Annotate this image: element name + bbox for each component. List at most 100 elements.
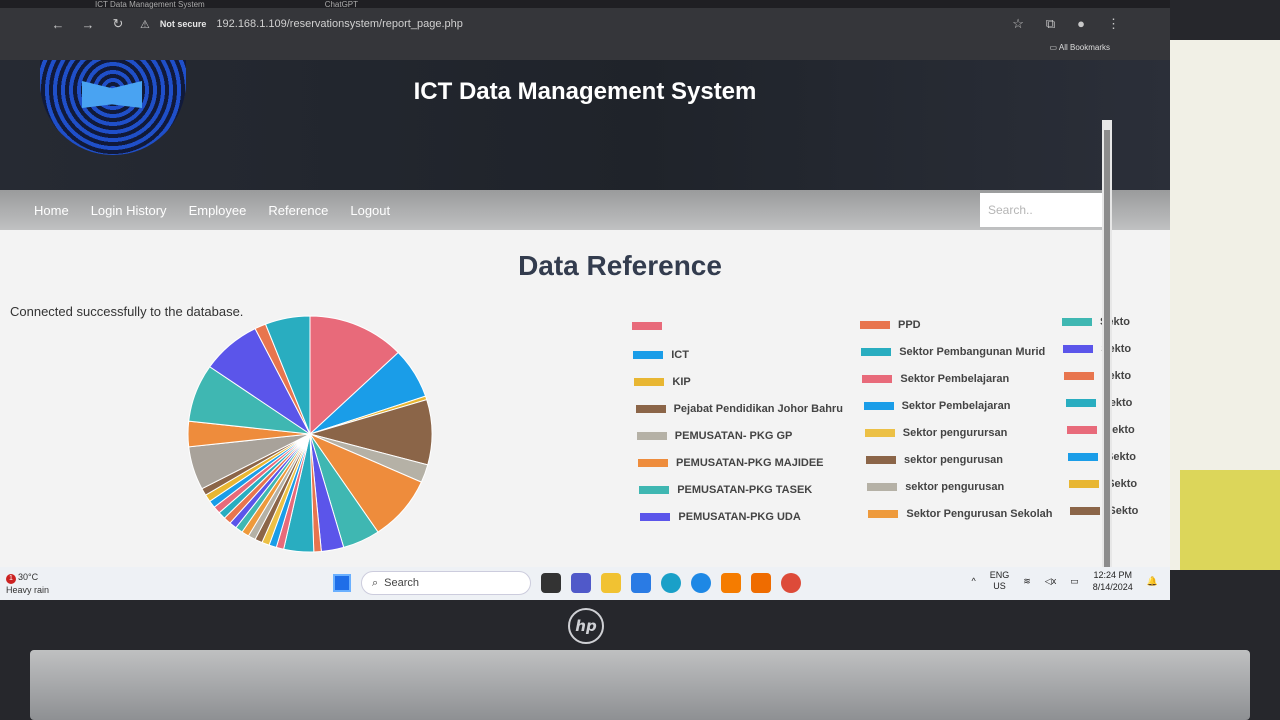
legend-item[interactable]: ICT xyxy=(633,349,689,361)
sublime-icon[interactable] xyxy=(751,573,771,593)
legend-item[interactable]: PPD xyxy=(860,319,921,331)
legend-swatch xyxy=(867,483,898,491)
browser-tab[interactable]: ChatGPT xyxy=(325,0,358,9)
legend-label: Sektor Pengurusan Sekolah xyxy=(906,508,1053,520)
task-view-icon[interactable] xyxy=(541,573,561,593)
extensions-icon[interactable]: ⧉ xyxy=(1046,16,1055,32)
legend-item[interactable] xyxy=(632,322,670,330)
taskbar-search[interactable]: ⌕ Search xyxy=(361,571,531,595)
legend-item[interactable]: Sekto xyxy=(1066,424,1135,436)
legend-item[interactable]: PEMUSATAN-PKG MAJIDEE xyxy=(638,457,824,469)
legend-item[interactable]: PEMUSATAN- PKG GP xyxy=(636,430,793,442)
weather-condition: Heavy rain xyxy=(6,585,50,595)
edge-icon[interactable] xyxy=(661,573,681,593)
legend-item[interactable]: sektor pengurusan xyxy=(866,454,1003,466)
legend-label: Sektor Pembelajaran xyxy=(900,373,1010,385)
legend-item[interactable]: Sektor Pengurusan Sekolah xyxy=(868,508,1053,520)
legend-swatch xyxy=(1065,399,1096,407)
file-explorer-icon[interactable] xyxy=(601,573,621,593)
menu-icon[interactable]: ⋮ xyxy=(1107,16,1120,32)
legend-label: Sektor pengurursan xyxy=(902,427,1008,439)
volume-muted-icon[interactable]: ◁x xyxy=(1045,576,1056,587)
legend-swatch xyxy=(1068,453,1098,461)
clock[interactable]: 12:24 PM 8/14/2024 xyxy=(1093,569,1133,593)
legend-swatch xyxy=(861,348,892,356)
browser-toolbar: ← → ↻ ⚠ Not secure 192.168.1.109/reserva… xyxy=(0,8,1170,40)
legend-swatch xyxy=(862,375,893,383)
web-page: ICT Data Management System Home Login Hi… xyxy=(0,60,1170,587)
site-title: ICT Data Management System xyxy=(413,78,757,105)
legend-swatch xyxy=(1069,480,1100,488)
legend-swatch xyxy=(868,510,899,518)
taskbar-apps: ⌕ Search xyxy=(333,571,801,595)
scrollbar-thumb[interactable] xyxy=(1104,130,1110,570)
legend-label: sektor pengurusan xyxy=(905,481,1005,493)
nav-reference[interactable]: Reference xyxy=(268,203,328,218)
legend-swatch xyxy=(633,351,664,359)
browser-tabs: ICT Data Management System ChatGPT xyxy=(0,0,1170,9)
search-icon: ⌕ xyxy=(372,576,379,589)
wifi-icon[interactable]: ≋ xyxy=(1023,576,1031,587)
back-icon[interactable]: ← xyxy=(50,17,66,32)
reload-icon[interactable]: ↻ xyxy=(110,16,126,32)
teams-icon[interactable] xyxy=(571,573,591,593)
legend-item[interactable]: PEMUSATAN-PKG TASEK xyxy=(639,484,812,496)
legend-swatch xyxy=(638,459,668,467)
weather-badge: 1 xyxy=(6,574,16,584)
chrome-icon[interactable] xyxy=(781,573,801,593)
legend-label: sektor pengurusan xyxy=(904,454,1004,466)
legend-item[interactable]: Sektor pengurursan xyxy=(864,427,1008,439)
xampp-icon[interactable] xyxy=(721,573,741,593)
browser-tab[interactable]: ICT Data Management System xyxy=(95,0,205,9)
legend-swatch xyxy=(639,486,670,494)
site-banner: ICT Data Management System xyxy=(0,60,1170,190)
battery-icon[interactable]: ▭ xyxy=(1070,576,1079,587)
notification-bell-icon[interactable]: 🔔 xyxy=(1147,576,1158,587)
bookmark-star-icon[interactable]: ☆ xyxy=(1012,16,1024,32)
legend-item[interactable]: Sekto xyxy=(1063,343,1131,355)
legend-item[interactable]: Pejabat Pendidikan Johor Bahru xyxy=(635,403,843,415)
address-bar[interactable]: ⚠ Not secure 192.168.1.109/reservationsy… xyxy=(140,18,998,31)
page-scrollbar[interactable] xyxy=(1102,120,1112,587)
all-bookmarks-link[interactable]: All Bookmarks xyxy=(1059,43,1110,52)
taskbar: 1 30°C Heavy rain ⌕ Search ^ ENG US ≋ ◁x… xyxy=(0,567,1170,600)
legend-item[interactable]: Sektor Pembelajaran xyxy=(862,373,1009,385)
legend-swatch xyxy=(640,513,671,521)
legend-swatch xyxy=(1070,507,1101,515)
weather-widget[interactable]: 1 30°C Heavy rain xyxy=(6,571,49,596)
legend-item[interactable]: Sektor Pembelajaran xyxy=(863,400,1011,412)
nav-home[interactable]: Home xyxy=(34,203,69,218)
legend-swatch xyxy=(863,402,894,410)
legend-item[interactable]: sekto xyxy=(1065,397,1132,409)
language-indicator[interactable]: ENG US xyxy=(990,570,1010,592)
chevron-up-icon[interactable]: ^ xyxy=(972,576,976,586)
profile-icon[interactable]: ● xyxy=(1077,16,1085,32)
time: 12:24 PM xyxy=(1093,570,1133,580)
site-logo xyxy=(40,60,186,155)
temperature: 30°C xyxy=(18,572,39,582)
nav-employee[interactable]: Employee xyxy=(189,203,247,218)
nav-logout[interactable]: Logout xyxy=(350,203,390,218)
legend-label: PEMUSATAN-PKG TASEK xyxy=(677,484,813,496)
help-icon[interactable] xyxy=(691,573,711,593)
legend-item[interactable]: sektor pengurusan xyxy=(867,481,1004,493)
legend-label: Sektor Pembelajaran xyxy=(901,400,1011,412)
report-content: Data Reference Connected successfully to… xyxy=(0,230,1170,567)
forward-icon[interactable]: → xyxy=(80,17,96,32)
legend-item[interactable]: KIP xyxy=(634,376,691,388)
store-icon[interactable] xyxy=(631,573,651,593)
legend-item[interactable]: Sektor Pembangunan Murid xyxy=(861,346,1045,358)
legend-item[interactable]: Sekto xyxy=(1062,316,1130,328)
url-text[interactable]: 192.168.1.109/reservationsystem/report_p… xyxy=(216,18,462,30)
legend-label: Pejabat Pendidikan Johor Bahru xyxy=(673,403,843,415)
legend-swatch xyxy=(634,378,665,386)
legend-item[interactable]: PEMUSATAN-PKG UDA xyxy=(640,511,801,523)
legend-swatch xyxy=(860,321,890,329)
legend-item[interactable]: sekto xyxy=(1064,370,1131,382)
search-input[interactable] xyxy=(980,193,1112,227)
date: 8/14/2024 xyxy=(1092,582,1133,592)
nav-login-history[interactable]: Login History xyxy=(91,203,167,218)
legend-label: PEMUSATAN- PKG GP xyxy=(674,430,793,442)
legend-swatch xyxy=(635,405,666,413)
windows-start-icon[interactable] xyxy=(333,574,351,592)
